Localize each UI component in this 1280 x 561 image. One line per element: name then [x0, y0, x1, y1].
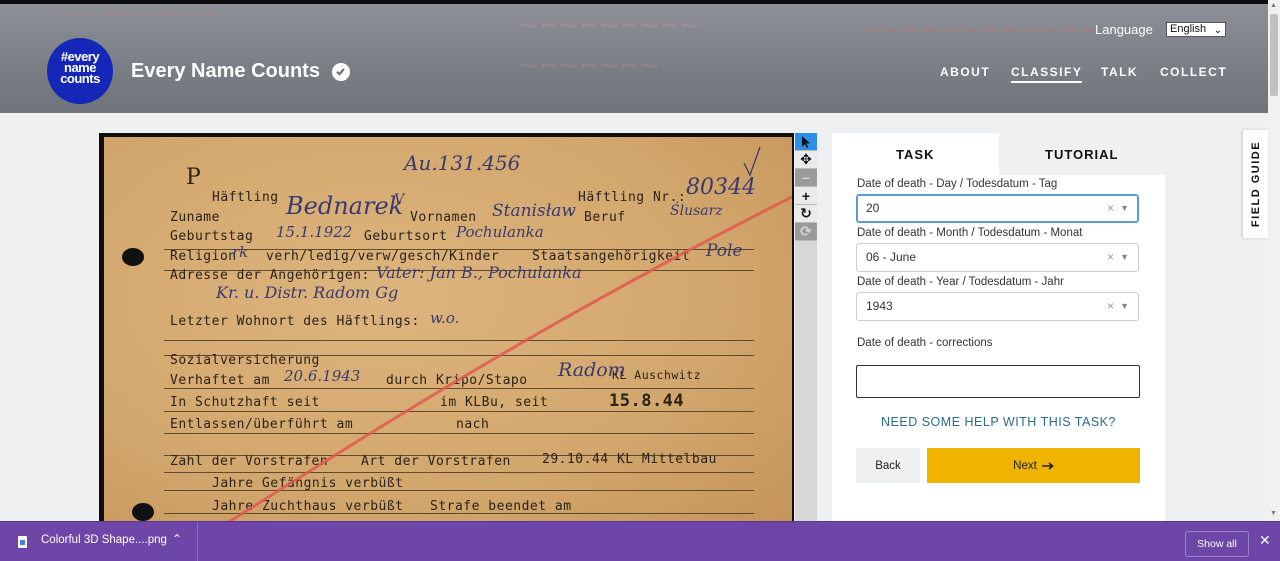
header-background-pattern: ~~~~~~~ — [520, 48, 661, 83]
month-select-value: 06 - June — [866, 250, 917, 264]
language-select-value: English — [1170, 23, 1207, 35]
field-guide-tab[interactable]: FIELD GUIDE — [1243, 130, 1268, 238]
task-panel: TASK TUTORIAL Date of death - Day / Tode… — [832, 133, 1165, 521]
corrections-label: Date of death - corrections — [857, 337, 993, 349]
nav-about[interactable]: ABOUT — [940, 65, 990, 79]
language-select[interactable]: English ⌄ — [1166, 22, 1226, 37]
language-label: Language — [1095, 22, 1153, 37]
reset-icon[interactable]: ⟳ — [795, 223, 817, 241]
header-background-pattern: ~~~~~~~~~~~~ — [860, 12, 1101, 47]
day-select-value: 20 — [866, 201, 880, 215]
clear-icon[interactable]: × — [1107, 195, 1114, 222]
month-label: Date of death - Month / Todesdatum - Mon… — [857, 227, 1083, 239]
task-tabs: TASK TUTORIAL — [832, 133, 1165, 175]
next-button[interactable]: Next — [927, 448, 1140, 483]
chevron-up-icon[interactable]: ⌃ — [172, 532, 182, 546]
year-label: Date of death - Year / Todesdatum - Jahr — [857, 276, 1064, 288]
help-link[interactable]: NEED SOME HELP WITH THIS TASK? — [832, 415, 1165, 429]
year-select-value: 1943 — [866, 299, 893, 313]
site-title-text: Every Name Counts — [131, 60, 320, 82]
punch-hole — [122, 248, 144, 266]
clear-icon[interactable]: × — [1107, 244, 1114, 271]
site-header: ~~~~~~~~ ~~~~~~~~~ ~~~~~~~ ~~~~~~~~~~~~ … — [0, 0, 1268, 113]
prisoner-record-card: Häftling Häftling Nr.: Zuname Vornamen B… — [104, 137, 792, 521]
site-logo[interactable]: #every name counts — [47, 38, 113, 104]
back-button[interactable]: Back — [856, 448, 920, 483]
move-icon[interactable]: ✥ — [795, 151, 817, 169]
chevron-down-icon[interactable]: ▼ — [1120, 195, 1129, 222]
chevron-down-icon[interactable]: ▼ — [1120, 293, 1129, 320]
pointer-icon[interactable] — [795, 133, 817, 151]
show-all-button[interactable]: Show all — [1185, 531, 1249, 557]
viewer-toolbar: ✥ − + ↻ ⟳ — [795, 133, 817, 521]
page-scrollbar[interactable]: ▲ ▼ — [1268, 0, 1280, 521]
rotate-icon[interactable]: ↻ — [795, 205, 817, 223]
chevron-down-icon[interactable]: ▼ — [1120, 244, 1129, 271]
month-select[interactable]: 06 - June × ▼ — [856, 243, 1139, 272]
nav-collect[interactable]: COLLECT — [1160, 65, 1227, 79]
download-file-name: Colorful 3D Shape....png — [41, 534, 167, 546]
header-background-pattern: ~~~~~~~~~ — [520, 8, 701, 43]
logo-line: counts — [60, 71, 100, 86]
nav-classify[interactable]: CLASSIFY — [1011, 65, 1083, 83]
verified-check-icon — [331, 62, 350, 81]
zoom-in-icon[interactable]: + — [795, 187, 817, 205]
scroll-up-icon[interactable]: ▲ — [1270, 2, 1277, 9]
next-button-label: Next — [1013, 459, 1037, 472]
download-bar: Colorful 3D Shape....png ⌃ Show all ✕ — [0, 521, 1280, 561]
field-guide-label: FIELD GUIDE — [1249, 140, 1262, 228]
day-label: Date of death - Day / Todesdatum - Tag — [857, 178, 1058, 190]
chevron-down-icon: ⌄ — [1213, 25, 1222, 36]
clear-icon[interactable]: × — [1107, 293, 1114, 320]
image-file-icon — [18, 536, 27, 548]
nav-talk[interactable]: TALK — [1101, 65, 1138, 79]
tab-tutorial[interactable]: TUTORIAL — [998, 133, 1165, 175]
header-background-pattern: ~~~~~~~~ — [60, 0, 221, 31]
back-button-label: Back — [875, 459, 901, 472]
zoom-out-icon[interactable]: − — [795, 169, 817, 187]
day-select[interactable]: 20 × ▼ — [856, 194, 1139, 223]
corrections-textarea[interactable] — [856, 365, 1140, 398]
subject-viewer[interactable]: Häftling Häftling Nr.: Zuname Vornamen B… — [99, 133, 794, 521]
scrollbar-thumb[interactable] — [1270, 14, 1278, 96]
download-item[interactable]: Colorful 3D Shape....png ⌃ — [0, 522, 198, 561]
punch-hole — [132, 503, 154, 521]
red-crayon-mark — [227, 146, 792, 521]
site-title[interactable]: Every Name Counts — [131, 60, 350, 83]
tab-task[interactable]: TASK — [832, 133, 999, 175]
scroll-down-icon[interactable]: ▼ — [1270, 510, 1277, 517]
arrow-right-icon — [1041, 461, 1054, 470]
year-select[interactable]: 1943 × ▼ — [856, 292, 1139, 321]
close-icon[interactable]: ✕ — [1259, 532, 1271, 549]
